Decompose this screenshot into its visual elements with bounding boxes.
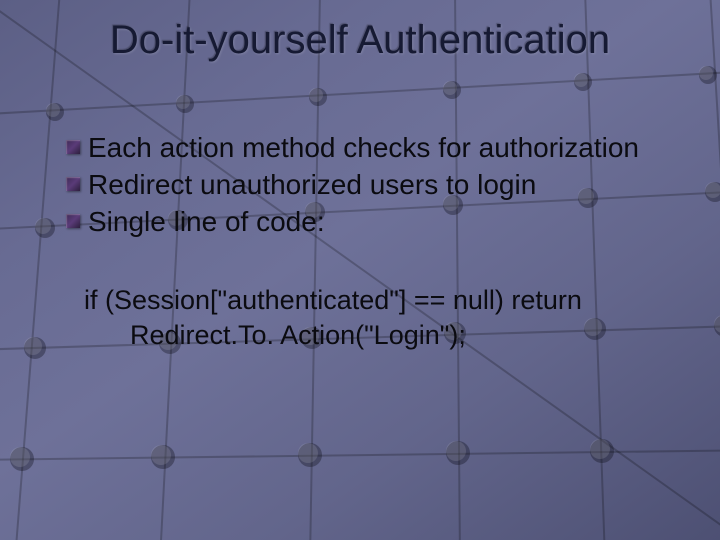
- bullet-item: Each action method checks for authorizat…: [66, 130, 670, 165]
- bullet-text: Redirect unauthorized users to login: [88, 167, 536, 202]
- slide: Do-it-yourself Authentication Each actio…: [0, 0, 720, 540]
- slide-title: Do-it-yourself Authentication: [0, 18, 720, 63]
- code-block: if (Session["authenticated"] == null) re…: [84, 283, 670, 353]
- bullet-icon: [66, 140, 80, 154]
- code-line: Redirect.To. Action("Login");: [84, 318, 670, 353]
- bullet-text: Single line of code:: [88, 204, 325, 239]
- code-line: if (Session["authenticated"] == null) re…: [84, 283, 670, 318]
- bullet-item: Redirect unauthorized users to login: [66, 167, 670, 202]
- bullet-icon: [66, 177, 80, 191]
- slide-body: Each action method checks for authorizat…: [66, 130, 670, 353]
- bullet-text: Each action method checks for authorizat…: [88, 130, 639, 165]
- bullet-icon: [66, 214, 80, 228]
- bullet-item: Single line of code:: [66, 204, 670, 239]
